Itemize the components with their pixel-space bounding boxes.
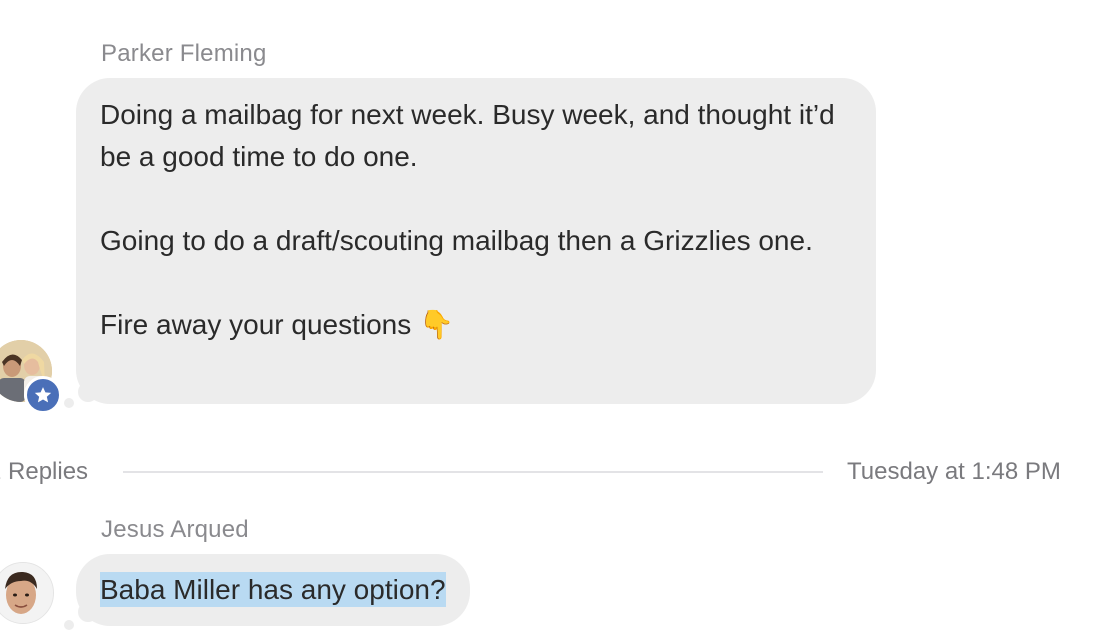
replies-count-link[interactable]: 2 Replies [0, 458, 88, 486]
sender-name: Parker Fleming [101, 40, 267, 67]
thread-timestamp: Tuesday at 1:48 PM [847, 458, 1061, 485]
bubble-tail-dot [64, 620, 74, 630]
message-paragraph: Going to do a draft/scouting mailbag the… [100, 225, 813, 256]
reply-bubble[interactable]: Baba Miller has any option? [76, 554, 470, 626]
bubble-tail [78, 382, 98, 402]
bubble-tail-dot [64, 398, 74, 408]
bubble-tail [78, 602, 98, 622]
thread-divider: 2 Replies Tuesday at 1:48 PM [0, 452, 1100, 492]
divider-line [123, 471, 823, 473]
message-bubble[interactable]: Doing a mailbag for next week. Busy week… [76, 78, 876, 404]
message-text: Fire away your questions [100, 309, 412, 340]
selected-reply-text[interactable]: Baba Miller has any option? [100, 572, 446, 607]
avatar[interactable] [0, 562, 54, 624]
message-paragraph: Doing a mailbag for next week. Busy week… [100, 99, 835, 172]
admin-badge [24, 376, 62, 414]
reply-sender-name: Jesus Arqued [101, 516, 249, 543]
avatar-photo-icon [0, 563, 53, 623]
message-paragraph: Fire away your questions 👇 [100, 304, 852, 346]
pointing-down-emoji: 👇 [419, 309, 454, 340]
star-icon [34, 387, 52, 403]
chat-thread-view: Parker Fleming Doing a mailbag for next … [0, 0, 1100, 636]
